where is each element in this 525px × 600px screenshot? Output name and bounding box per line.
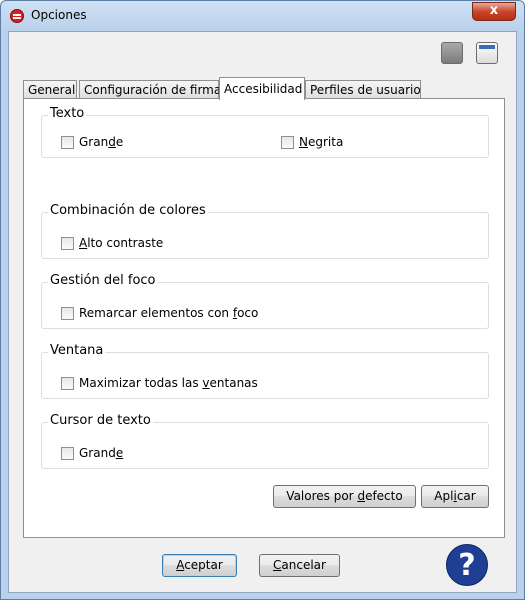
group-combinacion-colores: Combinación de colores Alto contraste [41,203,489,259]
tab-accesibilidad[interactable]: Accesibilidad [219,77,305,100]
tab-perfiles-usuario-label: Perfiles de usuario [310,83,421,97]
help-icon[interactable]: ? [446,544,488,586]
window-icon[interactable] [476,42,498,64]
gray-square-icon[interactable] [441,42,463,64]
tab-perfiles-usuario[interactable]: Perfiles de usuario [305,80,421,100]
group-texto-title: Texto [48,106,87,121]
valores-por-defecto-button[interactable]: Valores por defecto [273,485,416,508]
group-ventana: Ventana Maximizar todas las ventanas [41,343,489,399]
tab-configuracion-firma-label: Configuración de firma [84,83,222,97]
aceptar-button[interactable]: Aceptar [162,554,237,577]
app-icon [10,9,24,23]
checkbox-label: Alto contraste [79,236,164,250]
dialog-body: General Configuración de firma Accesibil… [8,31,517,593]
tab-general-label: General [28,83,76,97]
options-window: Opciones x General Configuración de firm… [0,0,525,600]
group-texto: Texto Grande Negrita [41,106,489,158]
checkbox-label: Maximizar todas las ventanas [79,376,258,390]
accesibilidad-panel: Texto Grande Negrita Combinación de colo… [23,98,505,538]
checkbox-box[interactable] [61,136,74,149]
checkbox-box[interactable] [281,136,294,149]
close-button[interactable]: x [472,2,516,21]
group-foco-title: Gestión del foco [48,273,158,288]
group-cursor-texto: Cursor de texto Grande [41,413,489,469]
checkbox-label: Negrita [299,135,344,149]
checkbox-box[interactable] [61,377,74,390]
checkbox-box[interactable] [61,237,74,250]
checkbox-label: Grande [79,135,124,149]
checkbox-label: Grande [79,446,124,460]
cancelar-button[interactable]: Cancelar [259,554,340,577]
group-cursor-title: Cursor de texto [48,413,153,428]
title-bar[interactable]: Opciones x [1,1,524,31]
checkbox-label: Remarcar elementos con foco [79,306,259,320]
tab-accesibilidad-label: Accesibilidad [224,82,303,96]
checkbox-box[interactable] [61,307,74,320]
group-gestion-foco: Gestión del foco Remarcar elementos con … [41,273,489,329]
window-title: Opciones [31,8,87,22]
group-ventana-title: Ventana [48,343,106,358]
checkbox-box[interactable] [61,447,74,460]
tab-configuracion-firma[interactable]: Configuración de firma [79,80,222,100]
tab-general[interactable]: General [23,80,77,100]
aplicar-button[interactable]: Aplicar [421,485,489,508]
group-colores-title: Combinación de colores [48,203,208,218]
